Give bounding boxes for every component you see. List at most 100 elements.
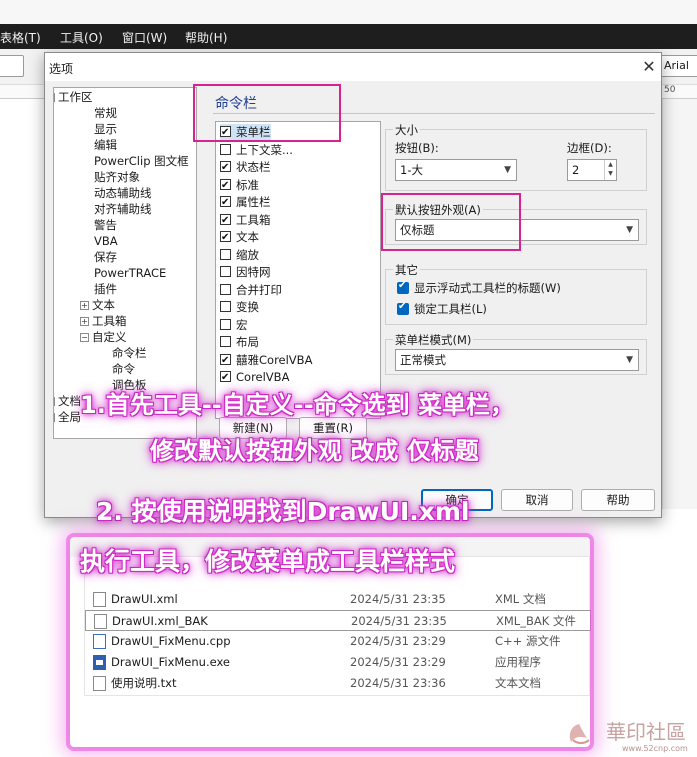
tree-item[interactable]: 显示 — [94, 122, 117, 137]
menu-table[interactable]: 表格(T) — [0, 29, 41, 46]
tree-item-label: 对齐辅助线 — [94, 202, 152, 216]
commandbar-item[interactable]: 文本 — [220, 229, 259, 246]
checkbox-icon[interactable] — [220, 248, 231, 260]
checkbox-icon[interactable] — [220, 301, 231, 312]
checkbox-checked-icon[interactable] — [397, 280, 409, 294]
tree-item[interactable]: 动态辅助线 — [94, 186, 152, 201]
checkbox-checked-icon[interactable] — [220, 177, 231, 194]
menu-tools[interactable]: 工具(O) — [60, 29, 103, 46]
commandbar-item[interactable]: 宏 — [220, 317, 248, 334]
watermark-text: 華印社區 — [606, 720, 686, 744]
toolbar-combo[interactable] — [0, 55, 24, 77]
tree-item-label: 编辑 — [94, 138, 117, 152]
tree-item-label: 贴齐对象 — [94, 170, 140, 184]
checkbox-checked-icon[interactable] — [220, 194, 231, 211]
tree-item-label: 工具箱 — [92, 314, 127, 328]
tree-item[interactable]: + 工具箱 — [80, 314, 127, 329]
commandbar-item[interactable]: 囍雅CorelVBA — [220, 352, 312, 369]
tree-item[interactable]: PowerTRACE — [94, 266, 166, 281]
commandbar-item[interactable]: 状态栏 — [220, 159, 271, 176]
tree-item[interactable]: 对齐辅助线 — [94, 202, 152, 217]
checkbox-checked-icon[interactable] — [220, 229, 231, 246]
border-value: 2 — [572, 163, 580, 177]
chevron-down-icon: ▼ — [626, 355, 633, 365]
tree-item[interactable]: 警告 — [94, 218, 117, 233]
border-stepper[interactable]: 2 ▲ ▼ — [567, 159, 617, 181]
tree-item[interactable]: −工作区 — [54, 90, 93, 105]
checkbox-icon[interactable] — [220, 283, 231, 295]
checkbox-icon[interactable] — [220, 143, 231, 155]
tree-item-label: 自定义 — [92, 330, 127, 344]
commandbar-label: 上下文菜... — [236, 142, 293, 157]
tree-item[interactable]: − 自定义 — [80, 330, 127, 345]
font-name-combo[interactable]: Arial — [659, 55, 697, 77]
tree-item-label: PowerClip 图文框 — [94, 154, 189, 168]
expand-icon[interactable]: + — [80, 301, 89, 310]
tree-item-label: 警告 — [94, 218, 117, 232]
help-button[interactable]: 帮助 — [581, 489, 655, 511]
tree-item[interactable]: 编辑 — [94, 138, 117, 153]
commandbar-item[interactable]: 标准 — [220, 177, 259, 194]
checkbox-checked-icon[interactable] — [220, 159, 231, 176]
menubar-mode-combo[interactable]: 正常模式 ▼ — [395, 349, 639, 371]
commandbar-item[interactable]: 上下文菜... — [220, 142, 293, 159]
commandbar-label: 标准 — [236, 177, 259, 192]
commandbar-item[interactable]: 变换 — [220, 299, 259, 316]
commandbar-item[interactable]: 缩放 — [220, 247, 259, 264]
tree-item[interactable]: VBA — [94, 234, 118, 249]
annotation-step1: 1.首先工具--自定义--命令选到 菜单栏， — [80, 391, 515, 419]
spin-arrows-icon[interactable]: ▲ ▼ — [604, 160, 616, 180]
show-title-option[interactable]: 显示浮动式工具栏的标题(W) — [397, 280, 561, 296]
watermark-logo-icon — [569, 724, 590, 744]
checkbox-icon[interactable] — [220, 318, 231, 330]
expand-icon[interactable]: + — [54, 413, 55, 422]
tree-item[interactable]: 命令 — [112, 362, 135, 377]
commandbar-label: 变换 — [236, 300, 259, 314]
tree-item-label: 命令栏 — [112, 346, 147, 360]
collapse-icon[interactable]: − — [80, 333, 89, 342]
button-size-value: 1-大 — [400, 163, 423, 177]
commandbar-item[interactable]: CorelVBA — [220, 369, 289, 386]
collapse-icon[interactable]: − — [54, 93, 55, 102]
checkbox-checked-icon[interactable] — [220, 369, 231, 386]
menubar-mode-label: 菜单栏模式(M) — [393, 332, 474, 348]
tree-item[interactable]: 插件 — [94, 282, 117, 297]
checkbox-checked-icon[interactable] — [397, 301, 409, 315]
button-size-combo[interactable]: 1-大 ▼ — [395, 159, 517, 181]
commandbar-item[interactable]: 工具箱 — [220, 212, 271, 229]
watermark-url: www.52cnp.com — [622, 744, 688, 753]
tree-item[interactable]: PowerClip 图文框 — [94, 154, 189, 169]
commandbar-list[interactable]: 菜单栏上下文菜...状态栏标准属性栏工具箱文本缩放因特网合并打印变换宏布局囍雅C… — [215, 121, 381, 419]
checkbox-icon[interactable] — [220, 266, 231, 277]
lock-toolbar-option[interactable]: 锁定工具栏(L) — [397, 301, 487, 317]
expand-icon[interactable]: + — [80, 317, 89, 326]
font-name-value: Arial — [664, 59, 689, 72]
annotation-step2-detail: 执行工具，修改菜单成工具栏样式 — [80, 547, 456, 576]
checkbox-checked-icon[interactable] — [220, 352, 231, 369]
checkbox-icon[interactable] — [220, 336, 231, 347]
tree-item-label: 全局 — [58, 410, 81, 424]
close-icon[interactable]: ✕ — [639, 57, 659, 77]
expand-icon[interactable]: + — [54, 397, 55, 406]
dialog-titlebar[interactable]: 选项 ✕ — [45, 53, 661, 81]
cancel-button[interactable]: 取消 — [501, 489, 573, 511]
tree-item[interactable]: 保存 — [94, 250, 117, 265]
menu-help[interactable]: 帮助(H) — [185, 29, 227, 46]
highlight-commandbar-box — [193, 84, 341, 142]
tree-item-label: 常规 — [94, 106, 117, 120]
commandbar-item[interactable]: 布局 — [220, 334, 259, 351]
commandbar-item[interactable]: 合并打印 — [220, 282, 282, 299]
tree-item[interactable]: +文档 — [54, 394, 81, 409]
commandbar-label: 合并打印 — [236, 282, 282, 297]
commandbar-item[interactable]: 属性栏 — [220, 194, 271, 211]
commandbar-label: 属性栏 — [236, 195, 271, 209]
tree-item[interactable]: 命令栏 — [112, 346, 147, 361]
commandbar-label: 工具箱 — [236, 212, 271, 227]
checkbox-checked-icon[interactable] — [220, 212, 231, 229]
menu-window[interactable]: 窗口(W) — [122, 29, 167, 46]
tree-item[interactable]: 常规 — [94, 106, 117, 121]
tree-item[interactable]: 贴齐对象 — [94, 170, 140, 185]
tree-item[interactable]: +全局 — [54, 410, 81, 425]
commandbar-item[interactable]: 因特网 — [220, 264, 271, 281]
tree-item[interactable]: + 文本 — [80, 298, 115, 313]
